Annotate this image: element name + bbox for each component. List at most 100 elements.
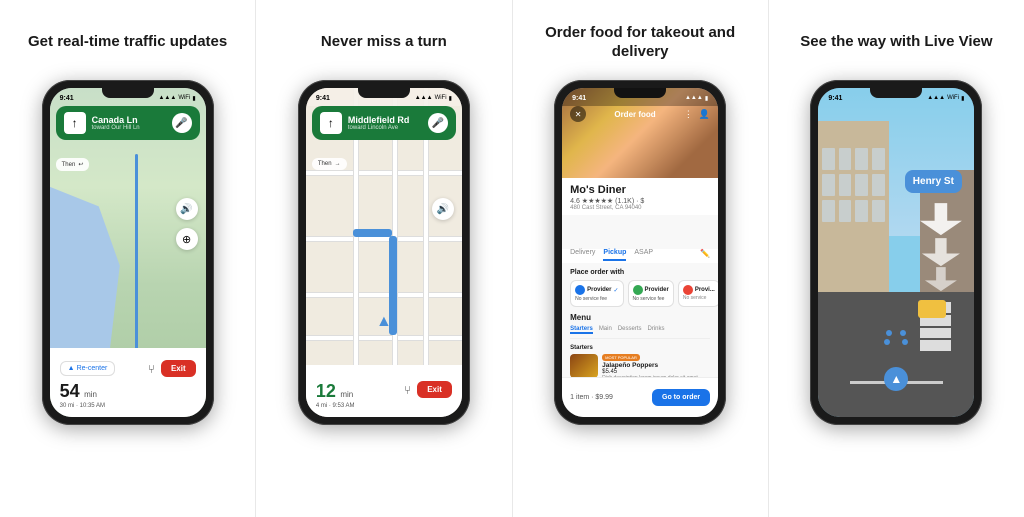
status-time-4: 9:41 <box>828 95 842 102</box>
wifi-icon-1: WiFi <box>178 95 190 101</box>
provider-row: Provider ✓ No service fee Provider No se… <box>570 280 710 307</box>
dot-row-2 <box>884 339 908 345</box>
battery-icon-4: ▮ <box>961 95 964 102</box>
ar-arrows-container <box>920 203 962 291</box>
provider-name-3: Provi... <box>695 287 715 293</box>
panel-food: Order food for takeout and delivery 9:41… <box>513 0 769 517</box>
close-btn-food[interactable]: ✕ <box>570 106 586 122</box>
then-bar-1: Then ↩ <box>56 158 90 171</box>
dot-4 <box>902 339 908 345</box>
food-action-icons: ⋮ 👤 <box>684 109 710 120</box>
wifi-icon-2: WiFi <box>435 95 447 101</box>
menu-icon-food[interactable]: ⋮ <box>684 109 693 120</box>
eta-info-1: 30 mi · 10:35 AM <box>60 403 196 409</box>
nav-bar-2: ↑ Middlefield Rd toward Lincoln Ave 🎤 <box>312 106 456 140</box>
person-icon-food[interactable]: 👤 <box>699 109 710 120</box>
food-bottom-bar: 1 item · $9.99 Go to order <box>562 377 718 417</box>
status-time-2: 9:41 <box>316 95 330 102</box>
mic-icon-2[interactable]: 🎤 <box>428 113 448 133</box>
menu-tab-drinks[interactable]: Drinks <box>648 326 665 334</box>
panel-title-traffic: Get real-time traffic updates <box>28 18 227 66</box>
provider-fee-1: No service fee <box>575 296 618 302</box>
provider-service-3: No service <box>683 295 715 301</box>
panel-title-navigation: Never miss a turn <box>321 18 447 66</box>
fork-icon-2: ⑂ <box>404 383 411 397</box>
panel-traffic: Get real-time traffic updates 9:41 ▲▲▲ W… <box>0 0 256 517</box>
status-bar-3: 9:41 ▲▲▲ ▮ <box>562 88 718 106</box>
status-icons-4: ▲▲▲ WiFi ▮ <box>927 95 964 102</box>
provider-card-3[interactable]: Provi... No service <box>678 280 718 307</box>
phone-liveview: 9:41 ▲▲▲ WiFi ▮ Henry St <box>810 80 982 425</box>
mic-icon-1[interactable]: 🎤 <box>172 113 192 133</box>
battery-icon-1: ▮ <box>192 95 195 102</box>
menu-item-info-1: MOST POPULAR Jalapeño Poppers $5.45 Dish… <box>602 354 710 377</box>
nav-text-2: Middlefield Rd toward Lincoln Ave <box>348 115 422 132</box>
panel-navigation: Never miss a turn ▲ 9:41 <box>256 0 512 517</box>
sound-btn-2[interactable]: 🔊 <box>432 198 454 220</box>
signal-icon-3: ▲▲▲ <box>685 95 703 101</box>
status-bar-4: 9:41 ▲▲▲ WiFi ▮ <box>818 88 974 106</box>
battery-icon-3: ▮ <box>705 95 708 102</box>
provider-fee-2: No service fee <box>633 296 669 302</box>
app-container: Get real-time traffic updates 9:41 ▲▲▲ W… <box>0 0 1024 517</box>
phone-notch-1 <box>102 88 154 98</box>
nav-street-1: Canada Ln <box>92 115 166 126</box>
tab-asap[interactable]: ASAP <box>634 249 653 261</box>
compass-btn-1[interactable]: ⊕ <box>176 228 198 250</box>
map-route-1 <box>135 154 138 351</box>
food-topbar: ✕ Order food ⋮ 👤 <box>566 106 714 122</box>
ar-overlay: Henry St <box>818 88 974 417</box>
route-h-2 <box>353 229 392 237</box>
menu-tab-starters[interactable]: Starters <box>570 326 593 334</box>
eta-unit-2: min <box>340 390 353 399</box>
sound-btn-1[interactable]: 🔊 <box>176 198 198 220</box>
phone-screen-liveview: 9:41 ▲▲▲ WiFi ▮ Henry St <box>818 88 974 417</box>
nav-street-2: Middlefield Rd <box>348 115 422 126</box>
phone-food: 9:41 ▲▲▲ ▮ ✕ Order food ⋮ 👤 <box>554 80 726 425</box>
place-order-title: Place order with <box>570 269 710 276</box>
menu-tab-desserts[interactable]: Desserts <box>618 326 642 334</box>
location-btn-4[interactable]: ▲ <box>884 367 908 391</box>
starters-header: Starters <box>570 345 710 351</box>
recenter-icon: ▲ <box>68 365 75 372</box>
dot-2 <box>900 330 906 336</box>
edit-icon-food[interactable]: ✏️ <box>700 249 710 261</box>
provider-logo-1 <box>575 285 585 295</box>
eta-time-2: 12 <box>316 381 336 401</box>
provider-card-2[interactable]: Provider No service fee <box>628 280 674 307</box>
phone-screen-navigation: ▲ 9:41 ▲▲▲ WiFi ▮ ↑ Middlefield Rd towar <box>306 88 462 417</box>
nav-text-1: Canada Ln toward Our Hill Ln <box>92 115 166 132</box>
exit-btn-1[interactable]: Exit <box>161 360 196 377</box>
road-h-4 <box>306 335 462 341</box>
signal-icon-2: ▲▲▲ <box>415 95 433 101</box>
provider-name-1: Provider <box>587 287 611 293</box>
road-h-3 <box>306 292 462 298</box>
exit-btn-2[interactable]: Exit <box>417 381 452 398</box>
panel-title-food: Order food for takeout and delivery <box>521 18 760 66</box>
phone-notch-2 <box>358 88 410 98</box>
eta-time-1: 54 <box>60 381 80 401</box>
recenter-btn[interactable]: ▲ Re-center <box>60 361 116 376</box>
status-time-1: 9:41 <box>60 95 74 102</box>
food-content: Place order with Provider ✓ No service f… <box>562 263 718 377</box>
tab-pickup[interactable]: Pickup <box>603 249 626 261</box>
phone-traffic: 9:41 ▲▲▲ WiFi ▮ ↑ Canada Ln toward Our H… <box>42 80 214 425</box>
bottom-bar-1: ▲ Re-center ⑂ Exit 54 min 30 mi · 10:35 … <box>50 348 206 417</box>
restaurant-name: Mo's Diner <box>570 184 710 196</box>
dot-1 <box>886 330 892 336</box>
eta-unit-1: min <box>84 390 97 399</box>
restaurant-rating: 4.6 ★★★★★ (1.1K) · $ <box>570 197 710 205</box>
nav-toward-2: toward Lincoln Ave <box>348 125 422 131</box>
provider-card-1[interactable]: Provider ✓ No service fee <box>570 280 623 307</box>
panel-title-liveview: See the way with Live View <box>800 18 992 66</box>
order-summary: 1 item · $9.99 <box>570 394 613 401</box>
most-popular-badge: MOST POPULAR <box>602 354 640 361</box>
menu-tab-main[interactable]: Main <box>599 326 612 334</box>
ar-arrow-3 <box>925 267 957 291</box>
status-icons-1: ▲▲▲ WiFi ▮ <box>158 95 195 102</box>
go-to-order-btn[interactable]: Go to order <box>652 389 710 406</box>
menu-section: Menu Starters Main Desserts Drinks Start… <box>570 313 710 377</box>
tab-delivery[interactable]: Delivery <box>570 249 595 261</box>
fork-icon-1: ⑂ <box>148 362 155 376</box>
menu-item-image-1 <box>570 354 598 377</box>
